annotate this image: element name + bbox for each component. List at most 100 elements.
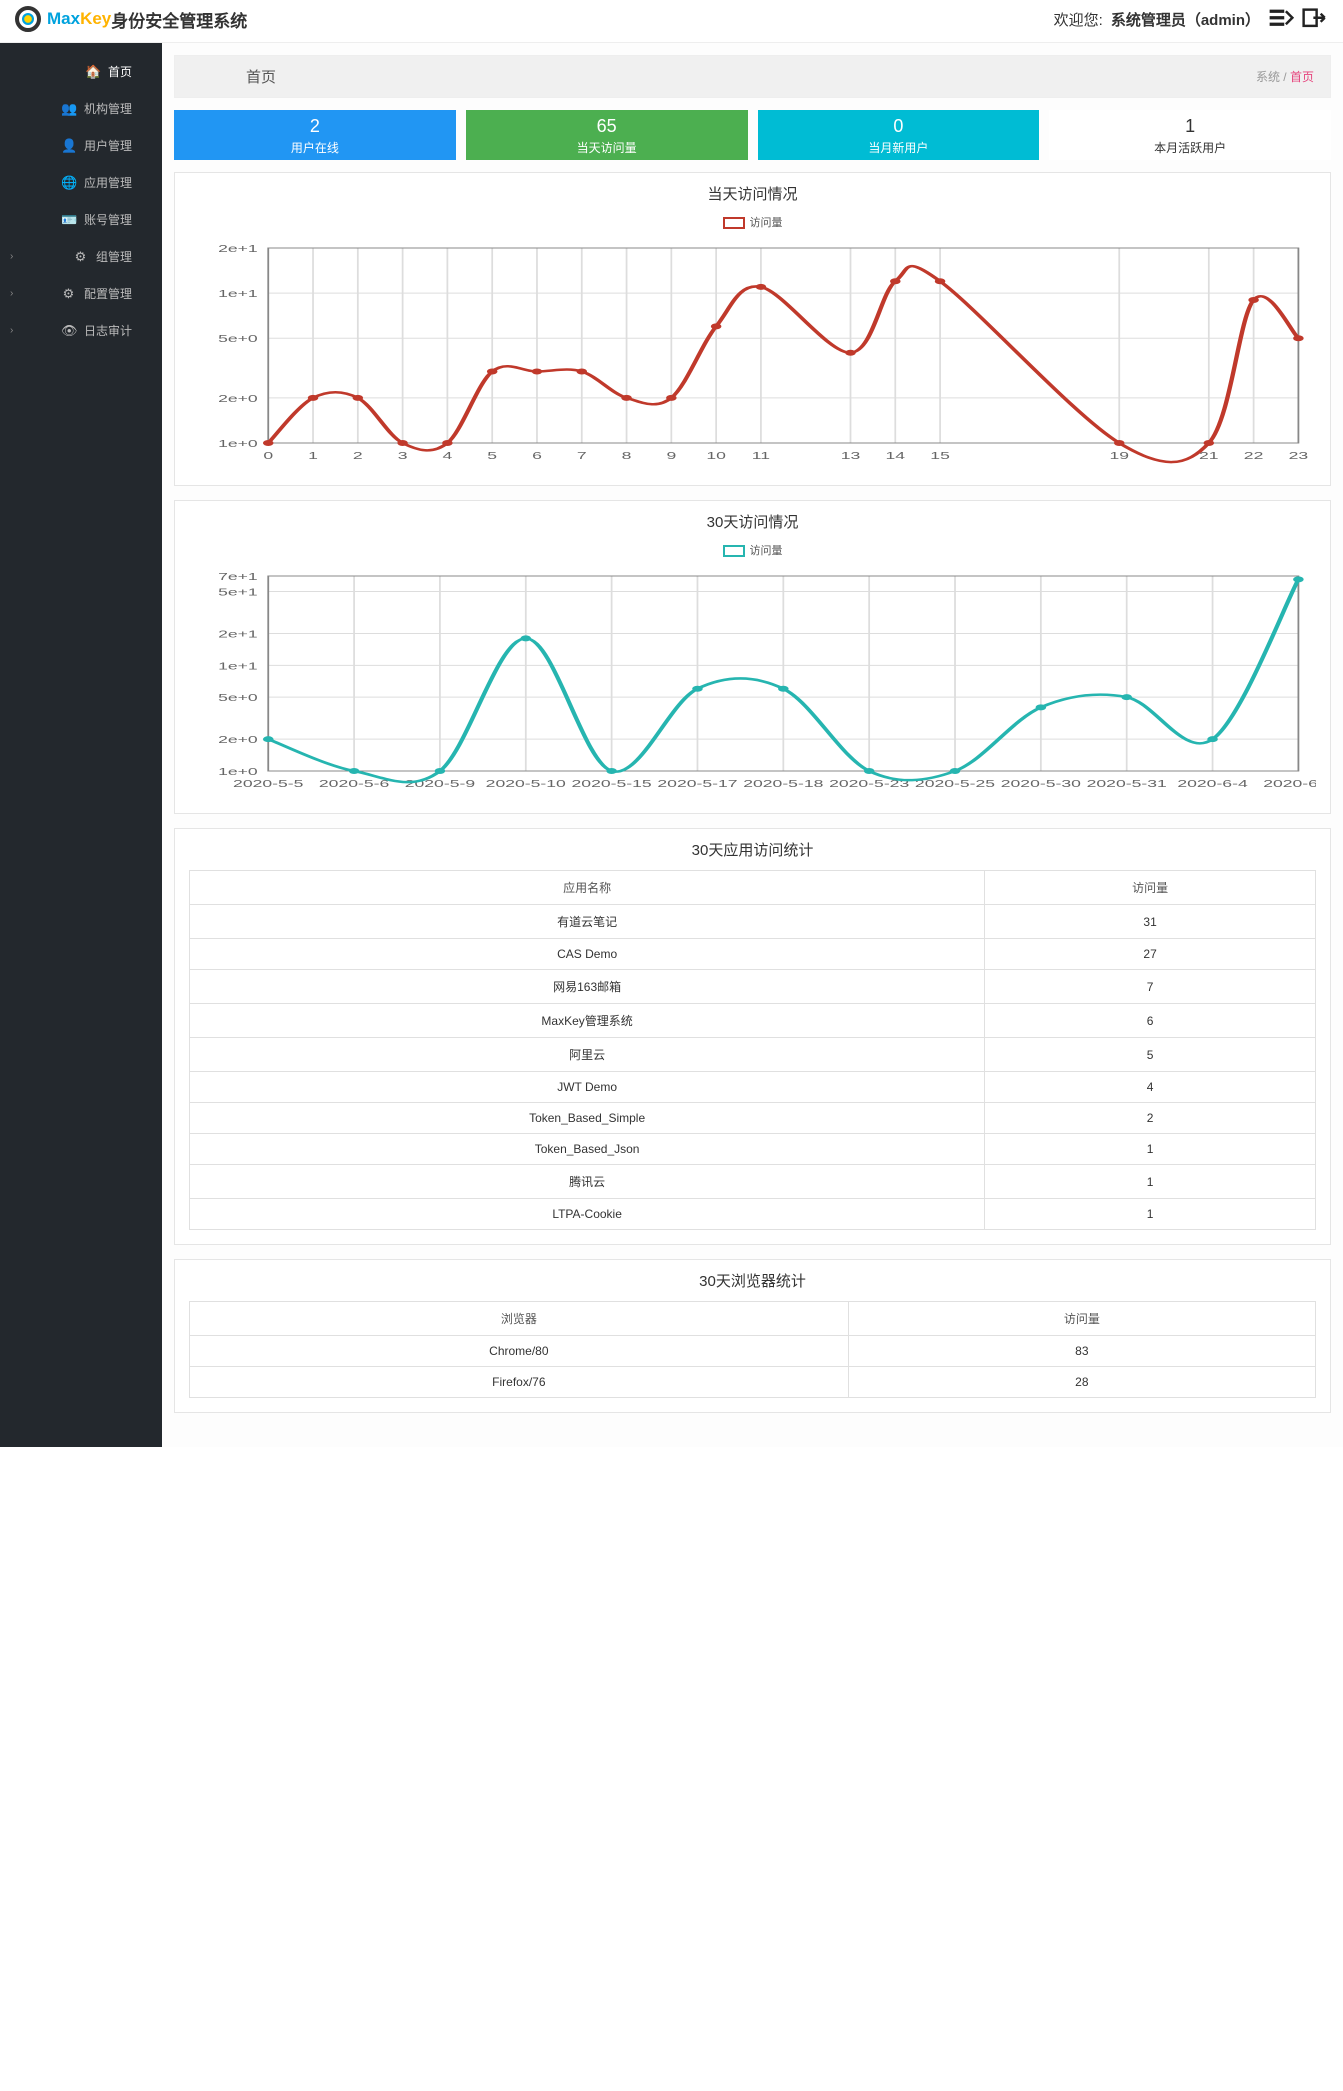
chart2-legend-label: 访问量 <box>750 545 783 557</box>
svg-text:2020-5-15: 2020-5-15 <box>572 779 652 790</box>
stat-row: 2用户在线65当天访问量0当月新用户 1 本月活跃用户 <box>174 110 1331 160</box>
table-cell: 有道云笔记 <box>190 905 985 939</box>
sidebar-item-label: 机构管理 <box>84 100 132 117</box>
stat-card-2: 0当月新用户 <box>758 110 1040 160</box>
sidebar-item-4[interactable]: 🪪 账号管理 <box>0 201 162 238</box>
table-header-row: 应用名称访问量 <box>190 871 1316 905</box>
stat-card-1: 65当天访问量 <box>466 110 748 160</box>
current-user: 系统管理员（admin） <box>1111 9 1260 30</box>
svg-text:5e+0: 5e+0 <box>218 693 258 704</box>
svg-text:7e+1: 7e+1 <box>218 572 258 583</box>
chart1-title: 当天访问情况 <box>189 183 1316 204</box>
app-table-card: 30天应用访问统计 应用名称访问量有道云笔记31CAS Demo27网易163邮… <box>174 828 1331 1245</box>
svg-text:6: 6 <box>532 451 542 462</box>
logo-text-1: Max <box>47 9 80 29</box>
svg-text:5e+0: 5e+0 <box>218 334 258 345</box>
content-area: 首页 系统 / 首页 2用户在线65当天访问量0当月新用户 1 本月活跃用户 当天访… <box>162 43 1343 1447</box>
svg-text:2020-5-6: 2020-5-6 <box>319 779 389 790</box>
breadcrumb-current[interactable]: 首页 <box>1290 70 1314 84</box>
svg-text:8: 8 <box>622 451 632 462</box>
svg-text:2e+0: 2e+0 <box>218 394 258 405</box>
sidebar-item-3[interactable]: 🌐应用管理 <box>0 164 162 201</box>
logout-icon[interactable] <box>1302 8 1328 30</box>
table-cell: 5 <box>985 1038 1316 1072</box>
sidebar: 🏠首页👥机构管理 👤 用户管理 🌐应用管理 🪪 账号管理 ›⚙组管理›⚙配置管理›👁日志审计 <box>0 43 162 1447</box>
chevron-right-icon: › <box>10 325 13 336</box>
sidebar-item-2[interactable]: 👤 用户管理 <box>0 127 162 164</box>
table-row: 腾讯云1 <box>190 1165 1316 1199</box>
menu-icon[interactable] <box>1268 8 1294 30</box>
stat-card-0: 2用户在线 <box>174 110 456 160</box>
browser-table-title: 30天浏览器统计 <box>189 1270 1316 1291</box>
stat-label: 本月活跃用户 <box>1049 139 1331 156</box>
table-header: 访问量 <box>848 1302 1315 1336</box>
table-cell: 2 <box>985 1103 1316 1134</box>
svg-text:22: 22 <box>1244 451 1264 462</box>
logo-icon <box>15 6 41 32</box>
svg-text:9: 9 <box>666 451 676 462</box>
breadcrumb-root[interactable]: 系统 <box>1256 70 1280 84</box>
legend-swatch-icon <box>723 545 745 557</box>
sidebar-item-7[interactable]: ›👁日志审计 <box>0 312 162 349</box>
chart-card-30day: 30天访问情况 访问量 1e+02e+05e+01e+12e+15e+17e+1… <box>174 500 1331 814</box>
table-row: CAS Demo27 <box>190 939 1316 970</box>
svg-text:13: 13 <box>841 451 861 462</box>
app-table-title: 30天应用访问统计 <box>189 839 1316 860</box>
sidebar-item-6[interactable]: ›⚙配置管理 <box>0 275 162 312</box>
sidebar-item-label: 日志审计 <box>84 322 132 339</box>
stat-value: 65 <box>466 116 748 137</box>
table-row: LTPA-Cookie1 <box>190 1199 1316 1230</box>
chart-card-daily: 当天访问情况 访问量 1e+02e+05e+01e+12e+1012345678… <box>174 172 1331 486</box>
sidebar-item-label: 账号管理 <box>84 211 132 228</box>
table-cell: 腾讯云 <box>190 1165 985 1199</box>
welcome-text: 欢迎您: <box>1054 9 1103 30</box>
chart2-title: 30天访问情况 <box>189 511 1316 532</box>
table-cell: Token_Based_Json <box>190 1134 985 1165</box>
table-cell: 1 <box>985 1165 1316 1199</box>
sidebar-icon: 🪪 <box>61 212 76 228</box>
table-row: 网易163邮箱7 <box>190 970 1316 1004</box>
svg-text:2020-6-5: 2020-6-5 <box>1263 779 1316 790</box>
logo-text-3: 身份安全管理系统 <box>111 7 247 32</box>
logo-text-2: Key <box>80 9 111 29</box>
chart1-svg: 1e+02e+05e+01e+12e+101234567891011131415… <box>189 238 1316 468</box>
table-cell: 7 <box>985 970 1316 1004</box>
table-cell: Firefox/76 <box>190 1367 849 1398</box>
sidebar-item-5[interactable]: ›⚙组管理 <box>0 238 162 275</box>
svg-text:19: 19 <box>1109 451 1129 462</box>
svg-text:0: 0 <box>263 451 273 462</box>
svg-text:2020-5-31: 2020-5-31 <box>1087 779 1167 790</box>
svg-text:11: 11 <box>752 451 770 462</box>
stat-value: 1 <box>1049 116 1331 137</box>
sidebar-icon: 🏠 <box>85 64 100 80</box>
svg-text:5: 5 <box>487 451 497 462</box>
table-cell: 4 <box>985 1072 1316 1103</box>
svg-text:3: 3 <box>398 451 408 462</box>
table-header-row: 浏览器访问量 <box>190 1302 1316 1336</box>
header-right: 欢迎您: 系统管理员（admin） <box>1054 8 1328 30</box>
svg-text:1e+1: 1e+1 <box>218 289 258 300</box>
table-cell: 6 <box>985 1004 1316 1038</box>
svg-text:2020-5-18: 2020-5-18 <box>743 779 823 790</box>
breadcrumb: 系统 / 首页 <box>1256 68 1314 85</box>
sidebar-item-label: 用户管理 <box>84 137 132 154</box>
sidebar-item-0[interactable]: 🏠首页 <box>0 53 162 90</box>
chart1-legend-label: 访问量 <box>750 217 783 229</box>
sidebar-icon: 👤 <box>61 138 76 154</box>
chart2-legend: 访问量 <box>189 542 1316 558</box>
table-cell: Token_Based_Simple <box>190 1103 985 1134</box>
table-row: Chrome/8083 <box>190 1336 1316 1367</box>
table-cell: 1 <box>985 1199 1316 1230</box>
chevron-right-icon: › <box>10 251 13 262</box>
svg-text:2: 2 <box>353 451 363 462</box>
svg-text:7: 7 <box>577 451 587 462</box>
svg-text:2e+1: 2e+1 <box>218 244 258 255</box>
svg-text:2e+1: 2e+1 <box>218 629 258 640</box>
app-table: 应用名称访问量有道云笔记31CAS Demo27网易163邮箱7MaxKey管理… <box>189 870 1316 1230</box>
page-header: 首页 系统 / 首页 <box>174 55 1331 98</box>
table-header: 浏览器 <box>190 1302 849 1336</box>
sidebar-item-1[interactable]: 👥机构管理 <box>0 90 162 127</box>
svg-text:14: 14 <box>886 451 906 462</box>
svg-text:2020-5-10: 2020-5-10 <box>486 779 566 790</box>
page-title: 首页 <box>246 66 276 87</box>
